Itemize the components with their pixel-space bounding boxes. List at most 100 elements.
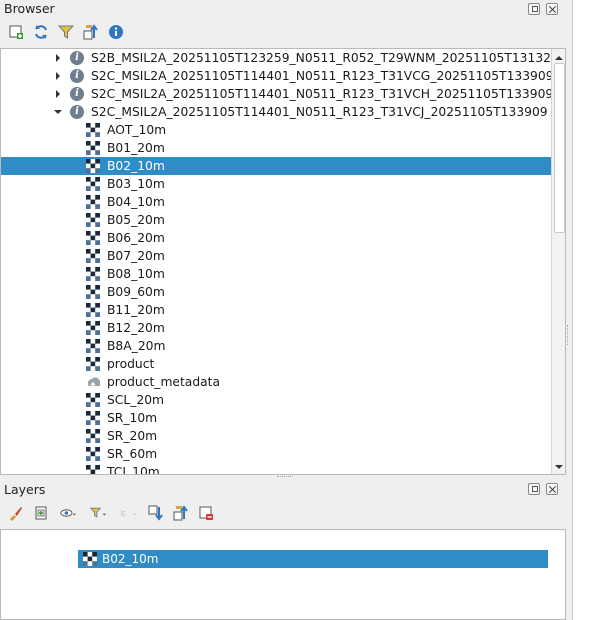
svg-text:ε: ε [121, 509, 126, 519]
tree-item[interactable]: SR_20m [1, 427, 551, 445]
collapse-all-icon[interactable] [171, 503, 190, 522]
tree-item[interactable]: B05_20m [1, 211, 551, 229]
visibility-eye-icon[interactable] [56, 503, 80, 522]
tree-item-label: B8A_20m [107, 339, 166, 353]
layers-toolbar: ε [6, 503, 215, 522]
refresh-icon[interactable] [31, 22, 50, 41]
layer-label: B02_10m [102, 552, 159, 566]
chevron-down-icon[interactable] [53, 107, 63, 117]
tree-item[interactable]: SR_60m [1, 445, 551, 463]
tree-item-product[interactable]: i S2B_MSIL2A_20251105T123259_N0511_R052_T… [1, 49, 559, 67]
collapse-all-icon[interactable] [81, 22, 100, 41]
tree-item[interactable]: B07_20m [1, 247, 551, 265]
raster-layer-icon [86, 195, 100, 209]
tree-item-label: S2B_MSIL2A_20251105T123259_N0511_R052_T2… [91, 51, 559, 65]
remove-layer-icon[interactable] [196, 503, 215, 522]
layers-title-buttons [528, 483, 558, 495]
float-panel-button[interactable] [528, 483, 540, 495]
tree-item-label: B02_10m [107, 159, 165, 173]
raster-layer-icon [86, 447, 100, 461]
tree-item[interactable]: AOT_10m [1, 121, 551, 139]
panel-splitter[interactable] [277, 476, 293, 479]
layers-tree[interactable]: B02_10m [0, 529, 566, 620]
chevron-right-icon[interactable] [53, 71, 63, 81]
add-group-icon[interactable] [31, 503, 50, 522]
raster-layer-icon [86, 339, 100, 353]
tree-item[interactable]: B08_10m [1, 265, 551, 283]
tree-item[interactable]: B01_20m [1, 139, 551, 157]
tree-item[interactable]: B06_20m [1, 229, 551, 247]
close-panel-button[interactable] [546, 483, 558, 495]
raster-layer-icon [86, 141, 100, 155]
layer-item[interactable]: B02_10m [78, 550, 548, 568]
float-panel-button[interactable] [528, 3, 540, 15]
scrollbar-thumb[interactable] [554, 63, 565, 233]
tree-item[interactable]: B04_10m [1, 193, 551, 211]
info-icon: i [70, 51, 84, 65]
tree-item-label: B09_60m [107, 285, 165, 299]
info-icon: i [70, 69, 84, 83]
close-panel-button[interactable] [546, 3, 558, 15]
tree-item[interactable]: B11_20m [1, 301, 551, 319]
tree-item-label: SR_20m [107, 429, 158, 443]
browser-toolbar [6, 22, 125, 41]
tree-item-label: B05_20m [107, 213, 165, 227]
raster-layer-icon [86, 267, 100, 281]
tree-item[interactable]: B02_10m [1, 157, 551, 175]
raster-layer-icon [86, 231, 100, 245]
add-layer-icon[interactable] [6, 22, 25, 41]
tree-item[interactable]: product_metadata [1, 373, 551, 391]
raster-layer-icon [86, 321, 100, 335]
tree-item-product[interactable]: i S2C_MSIL2A_20251105T114401_N0511_R123_T… [1, 103, 551, 121]
style-brush-icon[interactable] [6, 503, 25, 522]
info-icon: i [70, 105, 84, 119]
tree-item-label: S2C_MSIL2A_20251105T114401_N0511_R123_T3… [91, 87, 554, 101]
tree-item-label: product [107, 357, 155, 371]
browser-tree[interactable]: i S2B_MSIL2A_20251105T123259_N0511_R052_T… [0, 48, 566, 475]
dock-splitter[interactable] [567, 325, 570, 345]
raster-layer-icon [86, 177, 100, 191]
raster-layer-icon [83, 552, 97, 566]
metadata-cloud-icon [87, 377, 100, 388]
tree-item[interactable]: TCI_10m [1, 463, 551, 475]
raster-layer-icon [86, 357, 100, 371]
info-icon: i [70, 87, 84, 101]
tree-item-label: product_metadata [107, 375, 221, 389]
tree-item[interactable]: product [1, 355, 551, 373]
tree-item-label: B01_20m [107, 141, 165, 155]
tree-item[interactable]: B09_60m [1, 283, 551, 301]
tree-item-product[interactable]: i S2C_MSIL2A_20251105T114401_N0511_R123_T… [1, 85, 554, 103]
raster-layer-icon [86, 411, 100, 425]
map-canvas-edge [572, 0, 599, 620]
tree-item-label: B07_20m [107, 249, 165, 263]
tree-item-label: S2C_MSIL2A_20251105T114401_N0511_R123_T3… [91, 69, 554, 83]
tree-item-label: S2C_MSIL2A_20251105T114401_N0511_R123_T3… [91, 105, 548, 119]
tree-item[interactable]: SCL_20m [1, 391, 551, 409]
tree-item-label: B11_20m [107, 303, 165, 317]
info-icon[interactable] [106, 22, 125, 41]
raster-layer-icon [86, 393, 100, 407]
tree-item-label: B06_20m [107, 231, 165, 245]
browser-scrollbar[interactable] [551, 49, 566, 474]
browser-panel-title: Browser [4, 1, 55, 16]
filter-icon[interactable] [56, 22, 75, 41]
expand-all-icon[interactable] [146, 503, 165, 522]
tree-item-product[interactable]: i S2C_MSIL2A_20251105T114401_N0511_R123_T… [1, 67, 554, 85]
tree-item-label: B08_10m [107, 267, 165, 281]
tree-item[interactable]: B12_20m [1, 319, 551, 337]
raster-layer-icon [86, 465, 100, 474]
chevron-right-icon[interactable] [53, 89, 63, 99]
tree-item[interactable]: B8A_20m [1, 337, 551, 355]
tree-item-label: B04_10m [107, 195, 165, 209]
tree-item-label: SR_60m [107, 447, 158, 461]
tree-item-label: B12_20m [107, 321, 165, 335]
tree-item-label: B03_10m [107, 177, 165, 191]
tree-item[interactable]: SR_10m [1, 409, 551, 427]
filter-legend-icon[interactable] [86, 503, 110, 522]
tree-item[interactable]: B03_10m [1, 175, 551, 193]
layers-panel-title: Layers [4, 482, 46, 497]
chevron-right-icon[interactable] [53, 53, 63, 63]
tree-item-label: TCI_10m [107, 465, 160, 475]
tree-item-label: SCL_20m [107, 393, 165, 407]
scroll-down-icon[interactable] [552, 460, 566, 474]
